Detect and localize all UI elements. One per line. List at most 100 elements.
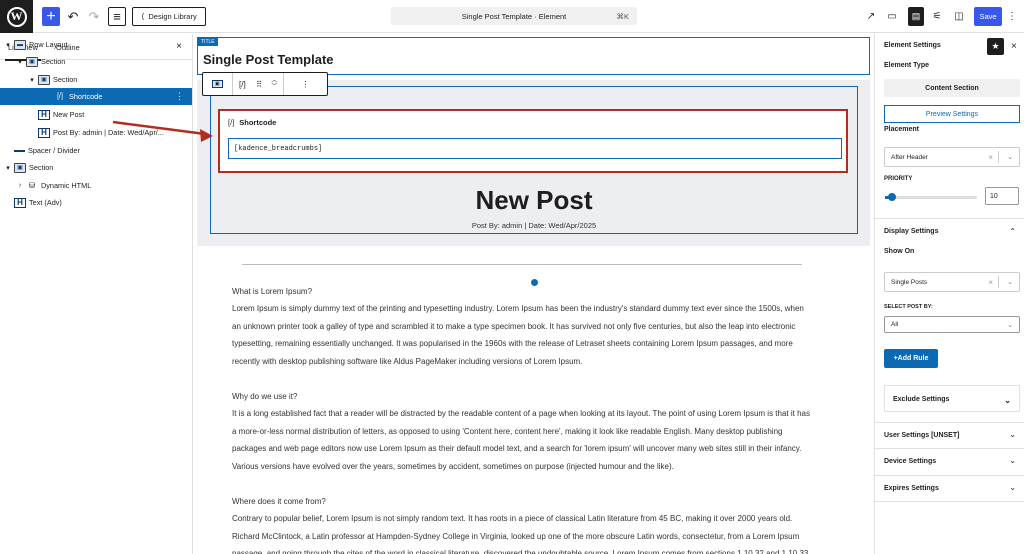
spacer-divider[interactable] (242, 264, 802, 265)
document-overview-button[interactable]: ≡ (108, 7, 126, 26)
more-vertical-icon: ⋮ (1007, 11, 1017, 22)
chevron-icon[interactable]: ▾ (4, 41, 12, 49)
exclude-settings-toggle[interactable]: Exclude Settings ⌄ (884, 385, 1020, 412)
tree-item-shortcode[interactable]: [/] Shortcode ⋮ (0, 88, 192, 105)
show-on-value: Single Posts (891, 278, 928, 286)
shortcode-block[interactable]: [/] Shortcode [kadence_breadcrumbs] (218, 109, 848, 173)
list-view-panel: List View Outline × ▾▬Row Layout▾▣Sectio… (0, 34, 193, 554)
device-settings-label[interactable]: Device Settings (884, 458, 936, 465)
tree-item-dynamic-html[interactable]: › ⛁ Dynamic HTML (0, 177, 192, 194)
tree-item-label: Section (29, 163, 54, 172)
kadence-icon: ⟨ (141, 12, 145, 21)
sidebar-toggle-button[interactable]: ◫ (952, 7, 966, 26)
shortcode-label: [/] Shortcode (228, 118, 276, 127)
wordpress-icon: W (6, 6, 27, 27)
chevron-down-icon[interactable]: ⌄ (1009, 483, 1016, 492)
priority-input[interactable]: 10 (985, 187, 1019, 205)
placement-label: Placement (884, 126, 920, 133)
placement-value: After Header (891, 153, 928, 161)
command-shortcut: ⌘K (616, 11, 629, 21)
top-toolbar: W + ↶ ↷ ≡ ⟨ Design Library Single Post Te… (0, 0, 1024, 33)
paragraph-heading[interactable]: Why do we use it? (232, 388, 814, 406)
star-icon[interactable]: ★ (987, 38, 1004, 55)
paragraph-heading[interactable]: What is Lorem Ipsum? (232, 283, 814, 301)
element-type-button[interactable]: Content Section (884, 79, 1020, 97)
tree-item-spacer-divider[interactable]: Spacer / Divider (0, 142, 192, 159)
tree-item-new-post[interactable]: H New Post (0, 106, 192, 123)
tree-item-section[interactable]: ▾ ▣ Section (0, 159, 192, 176)
preview-button[interactable]: ▭ (885, 7, 899, 26)
expires-settings-label[interactable]: Expires Settings (884, 485, 939, 492)
user-settings-label[interactable]: User Settings [UNSET] (884, 432, 959, 439)
paragraph-heading[interactable]: Where does it come from? (232, 493, 814, 511)
slider-knob[interactable] (888, 193, 897, 201)
select-post-by-select[interactable]: All ⌄ (884, 316, 1020, 333)
kadence-k-icon: ⚟ (932, 11, 942, 22)
save-button[interactable]: Save (974, 7, 1002, 26)
drag-handle[interactable]: ⠿ (252, 73, 266, 95)
placement-select[interactable]: After Header × ⌄ (884, 147, 1020, 167)
heading-icon: H (14, 197, 26, 208)
divider-icon (14, 149, 25, 152)
wordpress-logo[interactable]: W (0, 0, 33, 33)
title-block[interactable]: TITLE Single Post Template (197, 37, 870, 75)
chevron-down-icon[interactable]: ⌄ (1009, 430, 1016, 439)
redo-button[interactable]: ↷ (87, 7, 101, 26)
heading-icon: H (38, 109, 50, 120)
document-title-bar[interactable]: Single Post Template · Element ⌘K (391, 7, 637, 25)
view-button[interactable]: ↗ (864, 7, 878, 26)
priority-slider[interactable] (885, 193, 977, 201)
page-title[interactable]: Single Post Template (203, 52, 334, 67)
add-rule-button[interactable]: + Add Rule (884, 349, 938, 368)
move-buttons[interactable]: ︿ ﹀ (266, 73, 284, 95)
app-window: W + ↶ ↷ ≡ ⟨ Design Library Single Post Te… (0, 0, 1024, 554)
shortcode-input[interactable]: [kadence_breadcrumbs] (228, 138, 842, 159)
settings-toggle-button[interactable]: ▤ (908, 7, 924, 26)
kadence-controls-button[interactable]: ⚟ (930, 7, 944, 26)
select-post-by-value: All (891, 321, 899, 328)
preview-settings-button[interactable]: Preview Settings (884, 105, 1020, 123)
chevron-down-icon[interactable]: ⌄ (1009, 456, 1016, 465)
section-icon: ▣ (14, 162, 26, 173)
paragraph[interactable]: It is a long established fact that a rea… (232, 405, 814, 475)
clear-icon[interactable]: × (988, 278, 993, 287)
show-on-label: Show On (884, 248, 915, 255)
chevron-icon[interactable]: ▾ (16, 58, 24, 66)
drag-icon: ⠿ (256, 79, 263, 89)
chevron-icon[interactable]: › (16, 182, 24, 189)
tree-item-row-layout[interactable]: ▾ ▬ Row Layout (0, 36, 192, 53)
desktop-icon: ▭ (887, 11, 897, 22)
show-on-select[interactable]: Single Posts × ⌄ (884, 272, 1020, 292)
parent-select-button[interactable]: ▣ (203, 73, 233, 95)
paragraph[interactable]: Contrary to popular belief, Lorem Ipsum … (232, 510, 814, 554)
chevron-up-icon[interactable]: ⌃ (1009, 227, 1016, 236)
sidebar-icon: ◫ (954, 11, 964, 22)
tree-item-section[interactable]: ▾ ▣ Section (0, 53, 192, 70)
chevron-down-icon[interactable]: ﹀ (271, 84, 277, 90)
row-layout-icon: ▬ (14, 39, 26, 50)
tree-item-text-adv[interactable]: H Text (Adv) (0, 194, 192, 211)
tree-item-post-by-admin-date-wed-apr[interactable]: H Post By: admin | Date: Wed/Apr/... (0, 124, 192, 141)
options-button[interactable]: ⋮ (1007, 7, 1017, 26)
chevron-icon[interactable]: ▾ (4, 164, 12, 172)
post-meta-text[interactable]: Post By: admin | Date: Wed/Apr/2025 (194, 221, 874, 230)
add-block-button[interactable]: + (42, 7, 60, 26)
post-title-heading[interactable]: New Post (194, 185, 874, 216)
chevron-down-icon: ⌄ (1007, 279, 1013, 286)
design-library-button[interactable]: ⟨ Design Library (132, 7, 206, 26)
display-settings-label[interactable]: Display Settings (884, 228, 938, 235)
more-options-button[interactable]: ⋮ (284, 73, 327, 95)
list-view-icon: ≡ (113, 9, 121, 24)
close-icon[interactable]: × (1011, 41, 1017, 52)
clear-icon[interactable]: × (988, 153, 993, 162)
settings-sidebar-icon: ▤ (911, 11, 921, 21)
plus-icon: + (46, 7, 56, 25)
more-vertical-icon[interactable]: ⋮ (175, 91, 184, 102)
undo-button[interactable]: ↶ (66, 7, 80, 26)
document-title: Single Post Template · Element (461, 11, 567, 21)
block-type-button[interactable]: [/] (233, 73, 253, 95)
paragraph[interactable]: Lorem Ipsum is simply dummy text of the … (232, 300, 814, 370)
chevron-icon[interactable]: ▾ (28, 76, 36, 84)
tree-item-label: Dynamic HTML (41, 181, 92, 190)
tree-item-section[interactable]: ▾ ▣ Section (0, 71, 192, 88)
